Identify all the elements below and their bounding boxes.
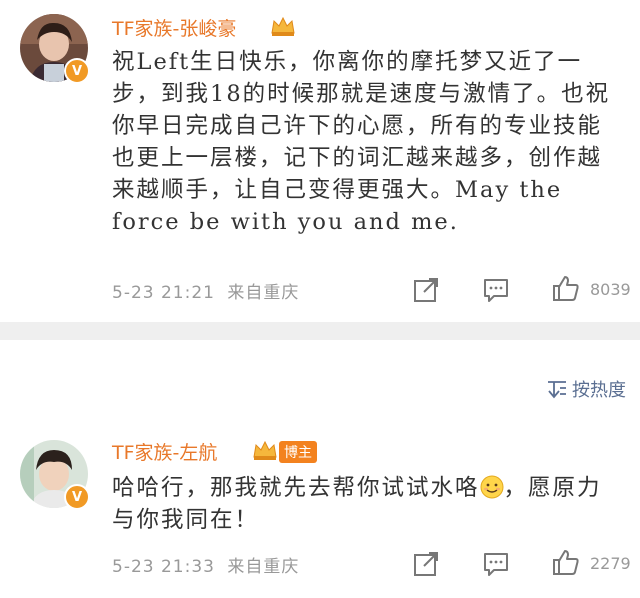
like-count: 2279 — [590, 554, 631, 573]
smiling-emoji-icon — [480, 475, 504, 499]
like-count: 8039 — [590, 280, 631, 299]
comment-text: 祝Left生日快乐，你离你的摩托梦又近了一步，到我18的时候那就是速度与激情了。… — [112, 49, 611, 235]
comment-icon[interactable] — [482, 276, 510, 304]
comment-time: 5-23 21:21 — [112, 283, 215, 303]
sort-icon — [548, 381, 566, 399]
like-icon[interactable] — [552, 548, 580, 576]
crown-icon — [271, 16, 295, 36]
comment-time: 5-23 21:33 — [112, 557, 215, 577]
share-icon[interactable] — [412, 276, 440, 304]
comment-card: V TF家族-张峻豪 祝Left生日快乐，你离你的摩托梦又近了一步，到我18的时… — [0, 0, 640, 322]
blogger-badge: 博主 — [279, 441, 317, 463]
comment-location: 来自重庆 — [227, 283, 300, 303]
verified-badge-icon: V — [64, 484, 90, 510]
username[interactable]: TF家族-张峻豪 — [112, 14, 236, 41]
comment-meta: 5-23 21:21 来自重庆 — [112, 278, 299, 303]
like-icon[interactable] — [552, 274, 580, 302]
comment-text: 哈哈行，那我就先去帮你试试水咯 ，愿原力与你我同在！ — [112, 472, 622, 536]
comment-text-part: 哈哈行，那我就先去帮你试试水咯 — [112, 475, 480, 501]
username[interactable]: TF家族-左航 — [112, 438, 217, 465]
share-icon[interactable] — [412, 550, 440, 578]
comment-location: 来自重庆 — [227, 557, 300, 577]
comment-card: 按热度 V TF家族-左航 博主 哈哈行，那我就先去帮你试试水咯 ，愿原力与你我同… — [0, 340, 640, 598]
crown-icon — [253, 440, 277, 460]
verified-badge-icon: V — [64, 58, 90, 84]
sort-label: 按热度 — [572, 380, 626, 401]
avatar[interactable]: V — [20, 440, 90, 510]
comment-meta: 5-23 21:33 来自重庆 — [112, 552, 299, 577]
sort-by-hot-button[interactable]: 按热度 — [546, 376, 626, 402]
avatar[interactable]: V — [20, 14, 90, 84]
comment-icon[interactable] — [482, 550, 510, 578]
section-divider — [0, 322, 640, 340]
